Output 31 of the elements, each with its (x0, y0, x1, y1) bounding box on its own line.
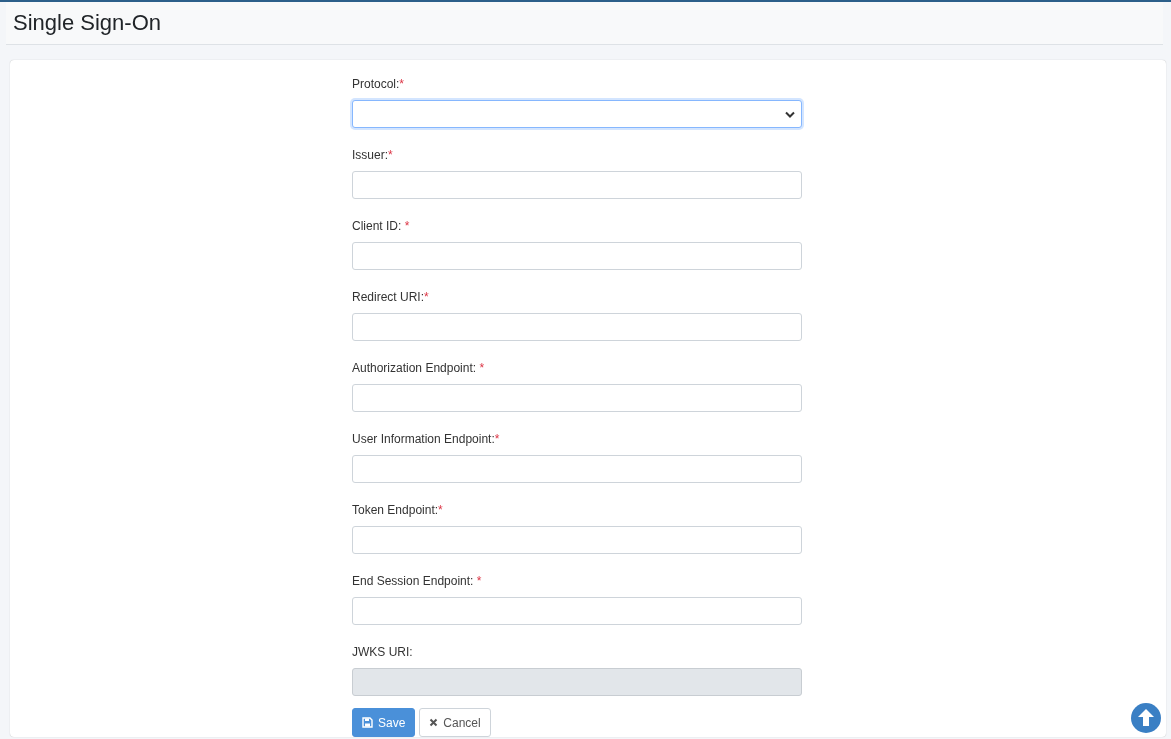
field-label: Protocol: (352, 77, 400, 92)
scroll-to-top-icon[interactable] (1131, 703, 1161, 733)
required-mark: * (494, 432, 500, 447)
save-icon (362, 717, 373, 728)
field-label: Client ID: (352, 219, 403, 234)
required-mark: * (479, 361, 485, 376)
required-mark: * (424, 290, 429, 305)
input-field[interactable] (352, 526, 802, 554)
required-mark: * (476, 574, 482, 589)
field-label: Redirect URI: (352, 290, 425, 305)
required-mark: * (438, 503, 443, 518)
protocol-select[interactable] (352, 100, 802, 128)
chevron-down-icon (785, 110, 795, 118)
input-field[interactable] (352, 171, 802, 199)
field-label: JWKS URI: (352, 645, 413, 660)
input-field[interactable] (352, 313, 802, 341)
input-field[interactable] (352, 597, 802, 625)
field-label: End Session Endpoint: (352, 574, 475, 589)
field-label: Issuer: (352, 148, 388, 163)
field-label: Authorization Endpoint: (352, 361, 478, 376)
required-mark: * (404, 219, 410, 234)
field-label: Token Endpoint: (352, 503, 439, 518)
cancel-button[interactable]: Cancel (419, 708, 491, 737)
input-field[interactable] (352, 455, 802, 483)
page-title: Single Sign-On (13, 10, 161, 36)
input-field[interactable] (352, 384, 802, 412)
close-icon (429, 718, 439, 727)
required-mark: * (399, 77, 405, 92)
required-mark: * (388, 148, 393, 163)
input-field[interactable] (352, 242, 802, 270)
field-label: User Information Endpoint: (352, 432, 495, 447)
